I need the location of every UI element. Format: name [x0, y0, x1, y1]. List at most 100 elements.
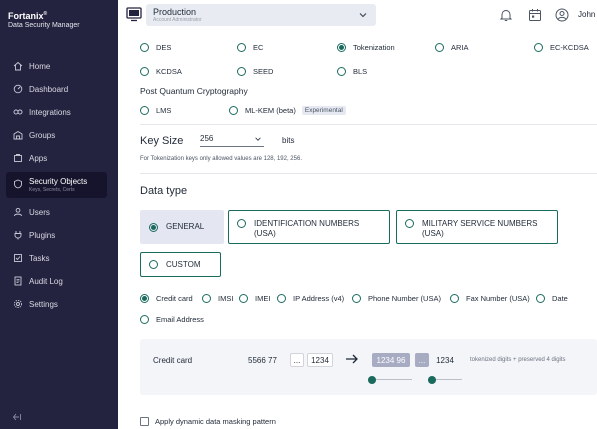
brand-logo[interactable]: Fortanix® [8, 11, 80, 21]
divider [140, 173, 597, 174]
radio-ml-kem[interactable]: ML-KEM (beta) Experimental [229, 106, 346, 115]
radio-format-date[interactable]: Date [536, 294, 568, 303]
sidebar-item-tasks[interactable]: Tasks [6, 248, 107, 268]
sidebar-item-label: Dashboard [29, 84, 69, 94]
radio-ec[interactable]: EC [237, 43, 263, 52]
radio-aria[interactable]: ARIA [435, 43, 469, 52]
tasks-icon [13, 253, 23, 263]
sidebar-item-label: Groups [29, 130, 56, 140]
radio-circle [405, 219, 414, 228]
preview-label: Credit card [153, 356, 193, 365]
sidebar: Fortanix® Data Security Manager Home Das… [0, 0, 118, 429]
radio-circle [140, 315, 149, 324]
settings-icon [13, 299, 23, 309]
sidebar-item-label: Audit Log [29, 276, 63, 286]
slider-handle[interactable] [368, 376, 376, 384]
sidebar-item-text: Security Objects Keys, Secrets, Certs [29, 177, 87, 193]
token-suffix: 1234 [436, 355, 454, 365]
divider [140, 124, 597, 125]
radio-format-imei[interactable]: IMEI [239, 294, 270, 303]
notifications-bell-icon[interactable] [499, 8, 513, 22]
radio-tokenization[interactable]: Tokenization [337, 43, 395, 52]
radio-circle-selected [337, 43, 346, 52]
radio-circle [536, 294, 545, 303]
radio-circle [140, 106, 149, 115]
radio-circle [140, 67, 149, 76]
security-objects-icon [13, 179, 23, 189]
radio-format-credit-card[interactable]: Credit card [140, 294, 193, 303]
radio-circle-selected [140, 294, 149, 303]
token-ellipsis: ... [415, 353, 429, 367]
radio-bls[interactable]: BLS [337, 67, 367, 76]
sidebar-item-security-objects[interactable]: Security Objects Keys, Secrets, Certs [6, 172, 107, 198]
radio-circle [435, 43, 444, 52]
sidebar-item-label: Settings [29, 299, 58, 309]
checkbox-label: Apply dynamic data masking pattern [155, 417, 276, 426]
experimental-badge: Experimental [301, 106, 346, 115]
sidebar-item-label: Plugins [29, 230, 56, 240]
sidebar-item-sublabel: Keys, Secrets, Certs [29, 187, 75, 193]
radio-circle [237, 219, 246, 228]
radio-circle [352, 294, 361, 303]
data-type-card-identification[interactable]: IDENTIFICATION NUMBERS (USA) [228, 210, 390, 244]
radio-circle [337, 67, 346, 76]
sidebar-item-label: Users [29, 207, 50, 217]
data-type-card-custom[interactable]: CUSTOM [140, 252, 221, 277]
original-prefix: 5566 77 [248, 356, 277, 365]
sidebar-item-groups[interactable]: Groups [6, 125, 107, 145]
radio-circle [237, 67, 246, 76]
radio-kcdsa[interactable]: KCDSA [140, 67, 182, 76]
radio-format-fax-number[interactable]: Fax Number (USA) [450, 294, 530, 303]
sidebar-item-label: Tasks [29, 253, 50, 263]
sidebar-item-plugins[interactable]: Plugins [6, 225, 107, 245]
radio-circle [149, 260, 158, 269]
radio-circle [277, 294, 286, 303]
data-type-card-military[interactable]: MILITARY SERVICE NUMBERS (USA) [396, 210, 558, 244]
sidebar-item-label: Integrations [29, 107, 71, 117]
radio-lms[interactable]: LMS [140, 106, 171, 115]
preview-note: tokenized digits + preserved 4 digits [470, 357, 566, 363]
radio-format-email-address[interactable]: Email Address [140, 315, 204, 324]
checkbox-box[interactable] [140, 417, 149, 426]
sidebar-item-integrations[interactable]: Integrations [6, 102, 107, 122]
preserved-digits-slider[interactable] [428, 376, 462, 384]
audit-log-icon [13, 276, 23, 286]
slider-handle[interactable] [428, 376, 436, 384]
arrow-right-icon [346, 354, 358, 364]
sidebar-item-dashboard[interactable]: Dashboard [6, 79, 107, 99]
radio-circle [239, 294, 248, 303]
sidebar-item-apps[interactable]: Apps [6, 148, 107, 168]
radio-format-phone-number[interactable]: Phone Number (USA) [352, 294, 441, 303]
sidebar-item-settings[interactable]: Settings [6, 294, 107, 314]
sidebar-item-home[interactable]: Home [6, 56, 107, 76]
radio-circle [202, 294, 211, 303]
pqc-heading: Post Quantum Cryptography [140, 86, 248, 96]
key-size-unit: bits [282, 136, 295, 145]
user-avatar-icon[interactable] [555, 8, 569, 22]
radio-format-ip-address[interactable]: IP Address (v4) [277, 294, 344, 303]
chevron-down-icon [255, 137, 261, 141]
key-size-select[interactable]: 256 [200, 133, 264, 147]
dynamic-masking-checkbox[interactable]: Apply dynamic data masking pattern [140, 417, 276, 426]
sidebar-item-label: Security Objects [29, 177, 88, 186]
top-bar: Production Account Administrator John [118, 0, 597, 33]
tokenized-digits-slider[interactable] [368, 376, 412, 384]
sidebar-item-users[interactable]: Users [6, 202, 107, 222]
radio-format-imsi[interactable]: IMSI [202, 294, 233, 303]
tokenization-preview: Credit card 5566 77 ... 1234 1234 96 ...… [140, 339, 597, 395]
chevron-down-icon [359, 13, 367, 18]
radio-circle [237, 43, 246, 52]
calendar-icon[interactable] [528, 8, 542, 22]
environment-role: Account Administrator [153, 17, 202, 23]
radio-seed[interactable]: SEED [237, 67, 273, 76]
user-name[interactable]: John [578, 10, 595, 19]
radio-circle-selected [149, 222, 158, 232]
original-ellipsis: ... [290, 353, 304, 367]
data-type-card-general[interactable]: GENERAL [140, 210, 224, 244]
radio-des[interactable]: DES [140, 43, 171, 52]
environment-selector[interactable]: Production Account Administrator [146, 4, 376, 26]
collapse-sidebar-icon[interactable] [12, 412, 22, 422]
radio-circle [229, 106, 238, 115]
sidebar-item-audit-log[interactable]: Audit Log [6, 271, 107, 291]
radio-ec-kcdsa[interactable]: EC-KCDSA [534, 43, 589, 52]
